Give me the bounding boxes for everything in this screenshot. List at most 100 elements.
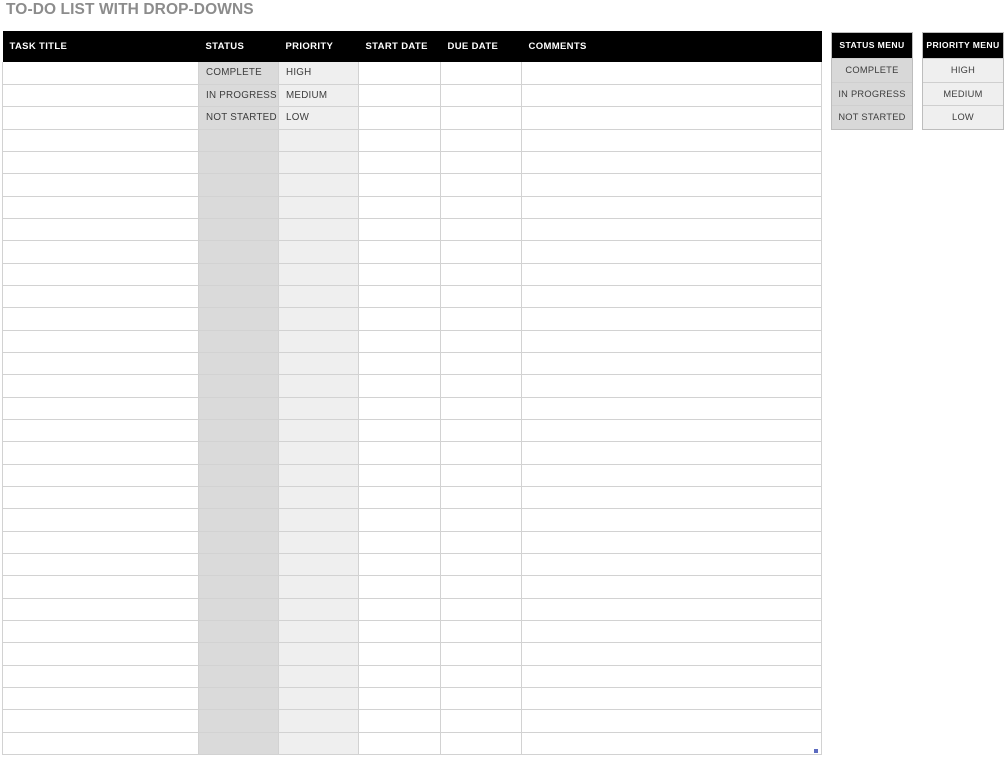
cell-start-date[interactable] bbox=[358, 374, 441, 398]
cell-due-date[interactable] bbox=[440, 419, 522, 443]
cell-status[interactable] bbox=[198, 285, 279, 309]
cell-task-title[interactable] bbox=[2, 419, 199, 443]
cell-comments[interactable] bbox=[521, 196, 822, 219]
cell-due-date[interactable] bbox=[440, 173, 522, 197]
cell-comments[interactable] bbox=[521, 352, 822, 376]
cell-priority[interactable] bbox=[278, 419, 359, 443]
cell-start-date[interactable] bbox=[358, 464, 441, 488]
cell-due-date[interactable] bbox=[440, 84, 522, 108]
cell-due-date[interactable] bbox=[440, 441, 522, 465]
cell-comments[interactable] bbox=[521, 129, 822, 152]
cell-start-date[interactable] bbox=[358, 419, 441, 443]
cell-start-date[interactable] bbox=[358, 129, 441, 152]
cell-start-date[interactable] bbox=[358, 330, 441, 353]
cell-task-title[interactable] bbox=[2, 240, 199, 264]
cell-comments[interactable] bbox=[521, 531, 822, 555]
cell-start-date[interactable] bbox=[358, 598, 441, 622]
cell-task-title[interactable] bbox=[2, 665, 199, 689]
cell-start-date[interactable] bbox=[358, 263, 441, 286]
cell-status[interactable] bbox=[198, 732, 279, 756]
cell-due-date[interactable] bbox=[440, 218, 522, 242]
cell-status[interactable] bbox=[198, 598, 279, 622]
cell-start-date[interactable] bbox=[358, 486, 441, 510]
cell-due-date[interactable] bbox=[440, 352, 522, 376]
cell-status[interactable]: NOT STARTED bbox=[198, 106, 279, 130]
cell-start-date[interactable] bbox=[358, 709, 441, 733]
cell-status[interactable] bbox=[198, 441, 279, 465]
priority-menu-option-low[interactable]: LOW bbox=[923, 105, 1003, 129]
cell-comments[interactable] bbox=[521, 486, 822, 510]
cell-task-title[interactable] bbox=[2, 553, 199, 577]
cell-priority[interactable] bbox=[278, 129, 359, 152]
cell-start-date[interactable] bbox=[358, 665, 441, 689]
cell-due-date[interactable] bbox=[440, 285, 522, 309]
cell-priority[interactable] bbox=[278, 330, 359, 353]
cell-due-date[interactable] bbox=[440, 508, 522, 532]
cell-priority[interactable] bbox=[278, 464, 359, 488]
cell-task-title[interactable] bbox=[2, 263, 199, 286]
cell-priority[interactable] bbox=[278, 486, 359, 510]
cell-start-date[interactable] bbox=[358, 196, 441, 219]
priority-menu-option-medium[interactable]: MEDIUM bbox=[923, 81, 1003, 106]
cell-task-title[interactable] bbox=[2, 732, 199, 756]
cell-due-date[interactable] bbox=[440, 397, 522, 421]
cell-status[interactable] bbox=[198, 486, 279, 510]
cell-status[interactable] bbox=[198, 508, 279, 532]
cell-due-date[interactable] bbox=[440, 665, 522, 689]
cell-status[interactable] bbox=[198, 374, 279, 398]
cell-comments[interactable] bbox=[521, 441, 822, 465]
cell-start-date[interactable] bbox=[358, 151, 441, 175]
cell-status[interactable] bbox=[198, 263, 279, 286]
cell-comments[interactable] bbox=[521, 263, 822, 286]
cell-due-date[interactable] bbox=[440, 151, 522, 175]
cell-comments[interactable] bbox=[521, 709, 822, 733]
cell-comments[interactable] bbox=[521, 374, 822, 398]
cell-due-date[interactable] bbox=[440, 129, 522, 152]
cell-due-date[interactable] bbox=[440, 575, 522, 599]
column-header-status[interactable]: STATUS bbox=[198, 31, 279, 62]
cell-due-date[interactable] bbox=[440, 62, 522, 85]
cell-priority[interactable] bbox=[278, 508, 359, 532]
cell-comments[interactable] bbox=[521, 620, 822, 644]
cell-status[interactable]: IN PROGRESS bbox=[198, 84, 279, 108]
cell-comments[interactable] bbox=[521, 307, 822, 331]
cell-status[interactable] bbox=[198, 151, 279, 175]
status-menu-option-in-progress[interactable]: IN PROGRESS bbox=[832, 81, 912, 106]
cell-status[interactable] bbox=[198, 665, 279, 689]
cell-comments[interactable] bbox=[521, 151, 822, 175]
selection-fill-handle[interactable] bbox=[813, 748, 819, 754]
cell-task-title[interactable] bbox=[2, 441, 199, 465]
cell-due-date[interactable] bbox=[440, 374, 522, 398]
cell-priority[interactable] bbox=[278, 352, 359, 376]
cell-start-date[interactable] bbox=[358, 732, 441, 756]
cell-due-date[interactable] bbox=[440, 263, 522, 286]
cell-task-title[interactable] bbox=[2, 531, 199, 555]
cell-task-title[interactable] bbox=[2, 575, 199, 599]
cell-due-date[interactable] bbox=[440, 620, 522, 644]
cell-priority[interactable] bbox=[278, 307, 359, 331]
cell-status[interactable] bbox=[198, 307, 279, 331]
cell-priority[interactable]: HIGH bbox=[278, 62, 359, 85]
cell-comments[interactable] bbox=[521, 330, 822, 353]
cell-status[interactable] bbox=[198, 196, 279, 219]
cell-priority[interactable] bbox=[278, 709, 359, 733]
cell-due-date[interactable] bbox=[440, 732, 522, 756]
cell-task-title[interactable] bbox=[2, 307, 199, 331]
cell-priority[interactable] bbox=[278, 665, 359, 689]
cell-status[interactable] bbox=[198, 464, 279, 488]
cell-status[interactable] bbox=[198, 709, 279, 733]
cell-due-date[interactable] bbox=[440, 240, 522, 264]
cell-task-title[interactable] bbox=[2, 687, 199, 711]
cell-comments[interactable] bbox=[521, 665, 822, 689]
cell-due-date[interactable] bbox=[440, 464, 522, 488]
cell-start-date[interactable] bbox=[358, 642, 441, 666]
cell-comments[interactable] bbox=[521, 553, 822, 577]
cell-task-title[interactable] bbox=[2, 196, 199, 219]
cell-start-date[interactable] bbox=[358, 62, 441, 85]
cell-priority[interactable] bbox=[278, 732, 359, 756]
cell-comments[interactable] bbox=[521, 62, 822, 85]
status-menu-option-complete[interactable]: COMPLETE bbox=[832, 58, 912, 82]
cell-comments[interactable] bbox=[521, 240, 822, 264]
cell-comments[interactable] bbox=[521, 464, 822, 488]
cell-task-title[interactable] bbox=[2, 598, 199, 622]
